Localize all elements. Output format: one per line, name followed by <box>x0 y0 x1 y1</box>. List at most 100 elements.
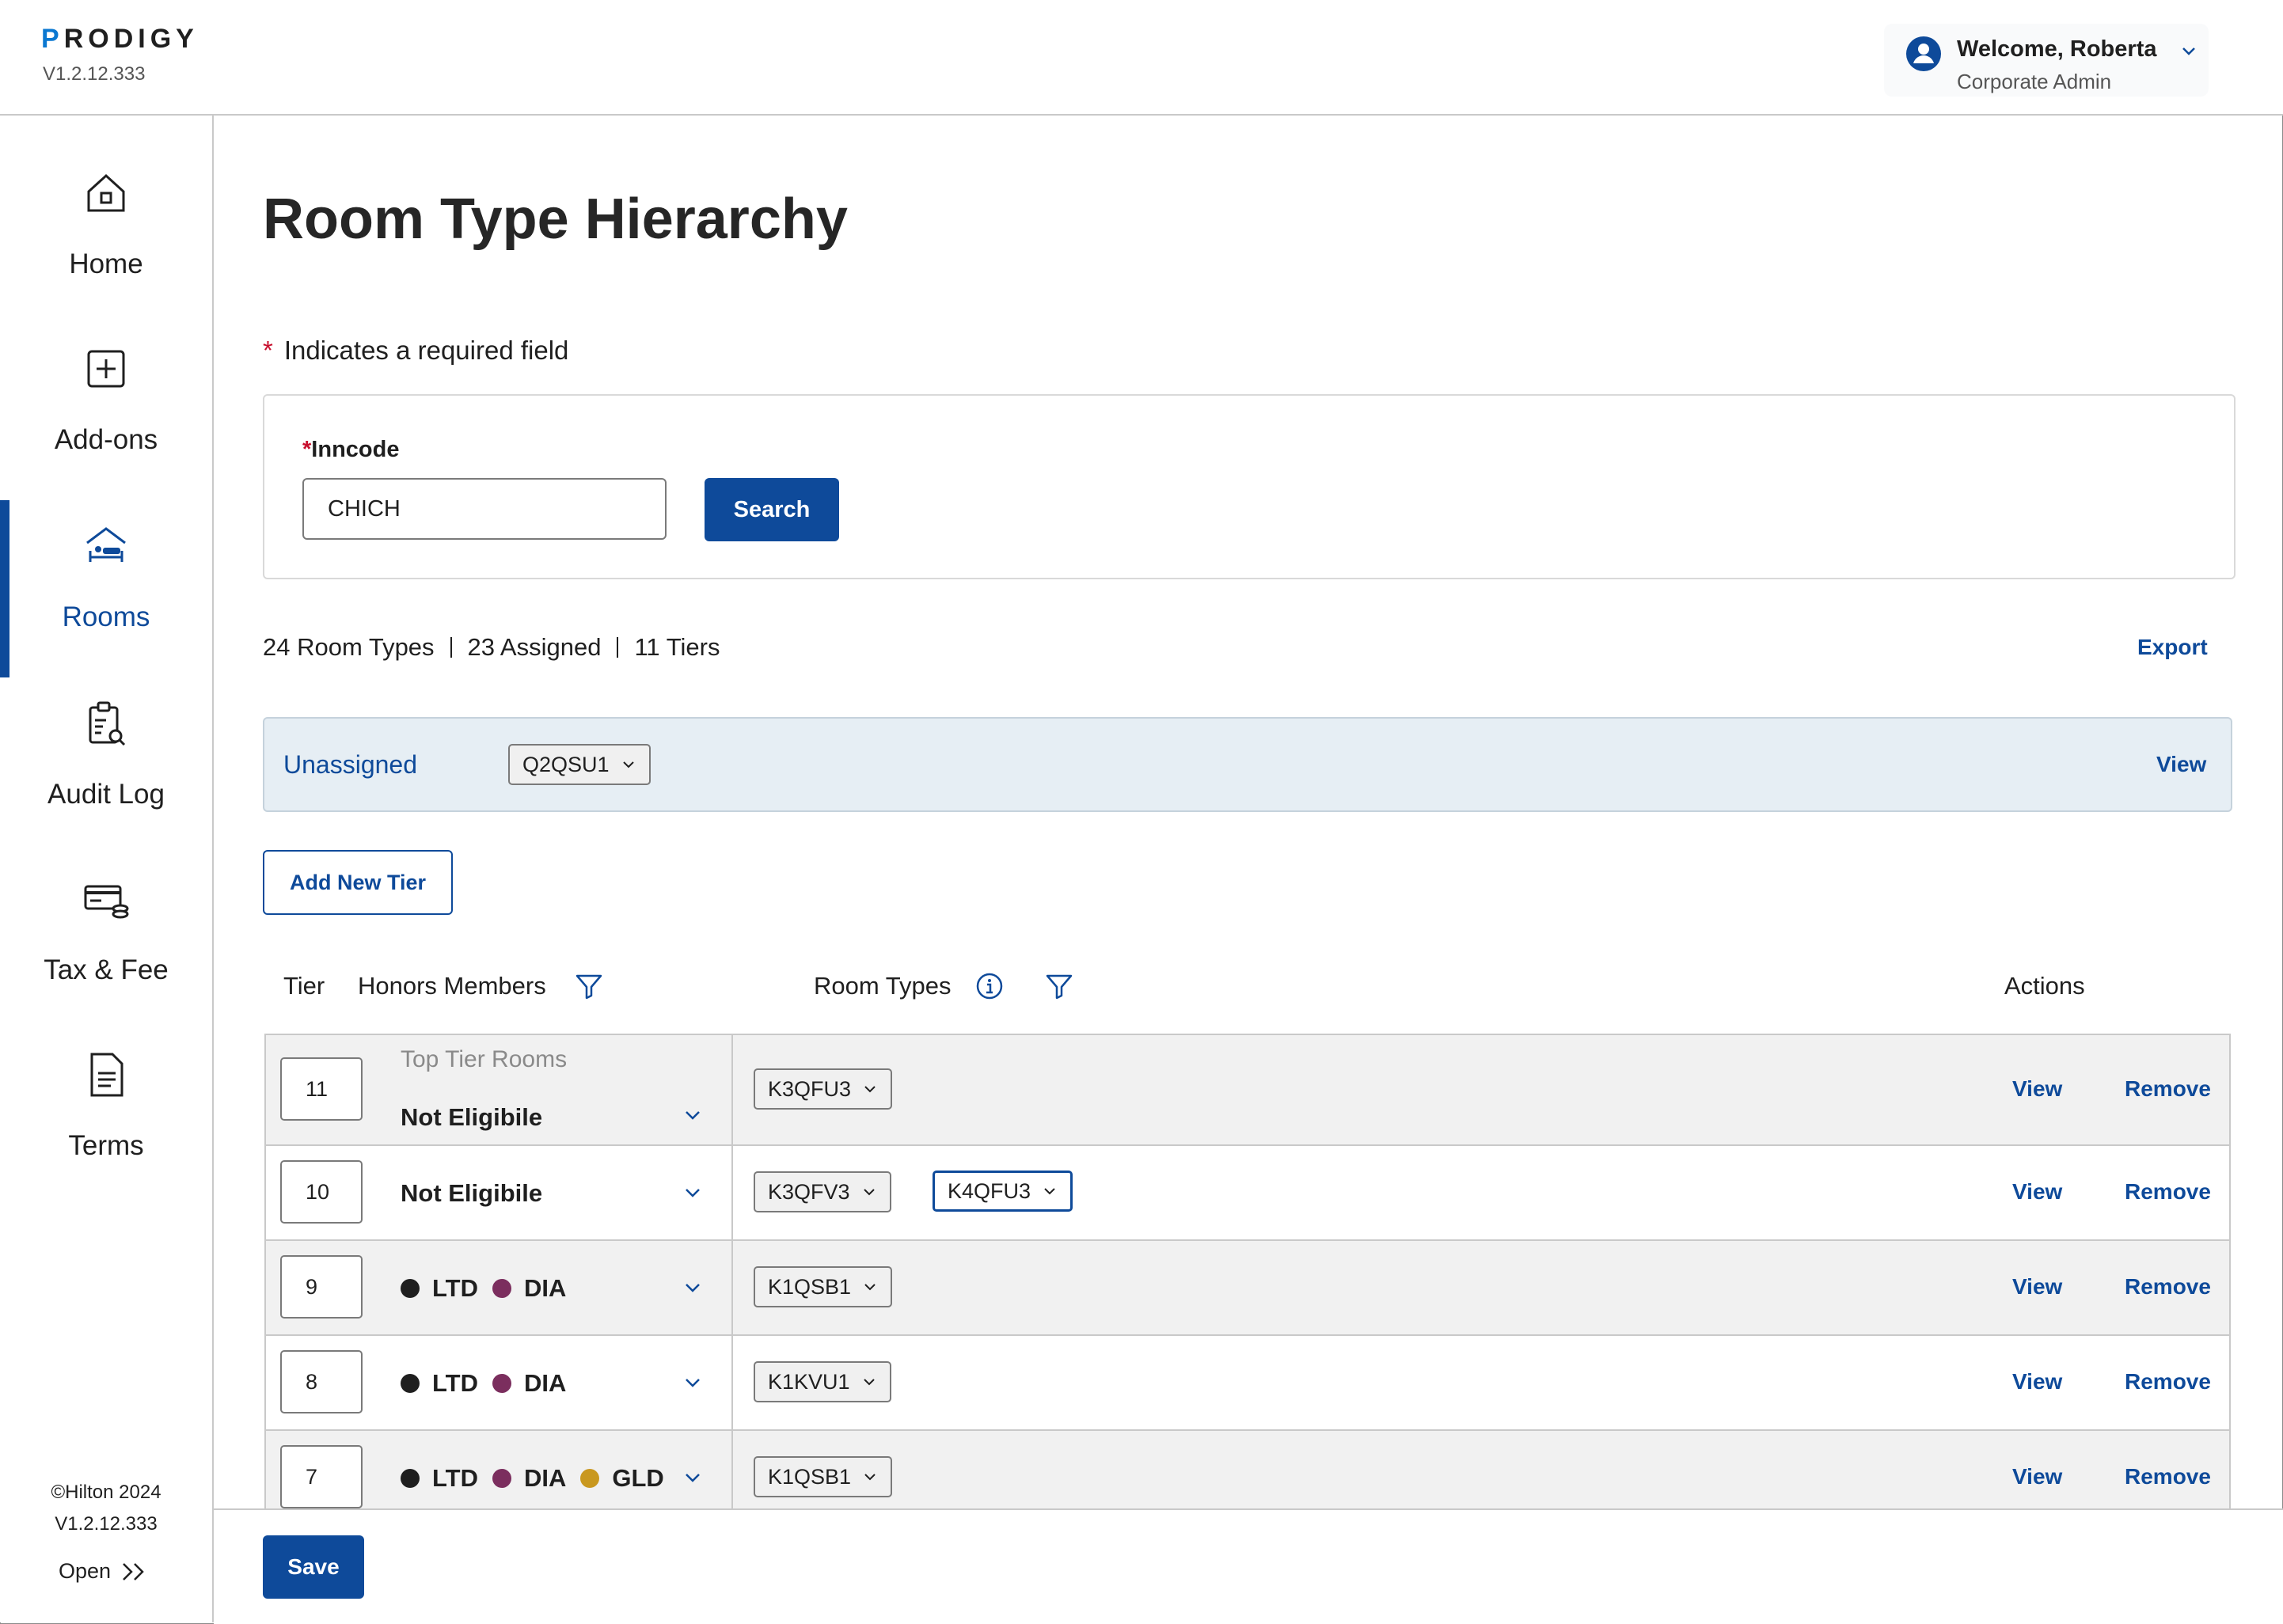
header-room-types: Room Types <box>814 972 952 1000</box>
room-type-chip[interactable]: Q2QSU1 <box>508 744 651 785</box>
chip-label: Q2QSU1 <box>522 752 610 776</box>
sidebar-item-audit-log[interactable]: Audit Log <box>0 646 212 817</box>
honors-members-select[interactable]: LTD DIA <box>401 1274 580 1303</box>
view-link[interactable]: View <box>2012 1464 2062 1489</box>
chevron-down-icon[interactable] <box>681 1276 705 1300</box>
top-header: PRODIGY V1.2.12.333 Welcome, Roberta Cor… <box>0 0 2283 116</box>
info-icon[interactable] <box>974 970 1005 1002</box>
room-type-chip-selected[interactable]: K4QFU3 <box>933 1171 1073 1212</box>
filter-icon[interactable] <box>573 970 605 1002</box>
credit-card-coins-icon <box>84 885 129 919</box>
room-type-chip[interactable]: K1QSB1 <box>754 1456 893 1497</box>
open-sidebar-button[interactable]: Open <box>59 1559 149 1584</box>
ltd-dot <box>401 1469 420 1488</box>
user-role: Corporate Admin <box>1957 70 2112 93</box>
sidebar-footer: ©Hilton 2024 V1.2.12.333 <box>0 1477 212 1540</box>
save-button[interactable]: Save <box>263 1535 364 1599</box>
chip-label: K1QSB1 <box>768 1464 852 1489</box>
welcome-text: Welcome, Roberta <box>1957 36 2157 62</box>
bed-icon <box>86 527 126 562</box>
chevron-down-icon[interactable] <box>2179 41 2199 62</box>
tier-number-input[interactable] <box>280 1350 363 1413</box>
ltd-dot <box>401 1374 420 1393</box>
chevron-down-icon <box>864 1284 876 1291</box>
chevron-down-icon <box>863 1189 875 1196</box>
honors-code: LTD <box>432 1369 478 1397</box>
sidebar-item-label: Tax & Fee <box>44 954 169 985</box>
chevron-down-icon <box>863 1379 875 1386</box>
add-new-tier-button[interactable]: Add New Tier <box>263 850 453 915</box>
chip-label: K1QSB1 <box>768 1274 852 1299</box>
column-divider <box>731 1431 733 1508</box>
remove-link[interactable]: Remove <box>2125 1464 2211 1489</box>
sidebar-version: V1.2.12.333 <box>55 1513 158 1535</box>
sidebar-item-tax-fee[interactable]: Tax & Fee <box>0 821 212 992</box>
chevron-down-icon[interactable] <box>681 1371 705 1394</box>
page-title: Room Type Hierarchy <box>263 188 848 251</box>
search-button[interactable]: Search <box>705 478 839 541</box>
tier-number-input[interactable] <box>280 1160 363 1224</box>
chevron-down-icon[interactable] <box>681 1466 705 1489</box>
chip-label: K3QFV3 <box>768 1179 850 1204</box>
remove-link[interactable]: Remove <box>2125 1369 2211 1394</box>
chevron-down-icon <box>1044 1188 1055 1195</box>
tier-number-input[interactable] <box>280 1057 363 1121</box>
header-honors-members: Honors Members <box>358 972 546 1000</box>
sidebar-item-home[interactable]: Home <box>0 116 212 286</box>
remove-link[interactable]: Remove <box>2125 1076 2211 1102</box>
sidebar-item-rooms[interactable]: Rooms <box>0 469 212 677</box>
open-label: Open <box>59 1559 112 1583</box>
sidebar-item-label: Add-ons <box>54 424 158 455</box>
honors-members-select[interactable]: Not Eligibile <box>401 1179 542 1208</box>
chevron-down-icon[interactable] <box>681 1103 705 1127</box>
column-divider <box>731 1336 733 1429</box>
required-note-text: Indicates a required field <box>283 336 569 365</box>
header-actions: Actions <box>2004 972 2085 1000</box>
assigned-count: 23 Assigned <box>467 633 602 661</box>
inncode-label-text: Inncode <box>311 437 400 462</box>
room-type-chip[interactable]: K3QFU3 <box>754 1068 893 1110</box>
remove-link[interactable]: Remove <box>2125 1179 2211 1205</box>
honors-code: GLD <box>612 1464 664 1492</box>
ltd-dot <box>401 1279 420 1298</box>
tier-number-input[interactable] <box>280 1445 363 1508</box>
unassigned-view-link[interactable]: View <box>2156 752 2206 777</box>
honors-members-select[interactable]: LTD DIA <box>401 1369 580 1398</box>
honors-code: DIA <box>523 1464 567 1492</box>
filter-icon[interactable] <box>1043 970 1075 1002</box>
honors-members-select[interactable]: LTD DIA GLD <box>401 1464 678 1493</box>
document-icon <box>90 1053 123 1097</box>
view-link[interactable]: View <box>2012 1274 2062 1300</box>
plus-square-icon <box>87 350 125 388</box>
chevron-down-icon[interactable] <box>681 1181 705 1205</box>
table-row: LTD DIA K1QSB1 View Remove <box>264 1239 2231 1334</box>
sidebar-nav: Home Add-ons Rooms Audit Log Tax & Fee T… <box>0 116 214 1622</box>
tiers-count: 11 Tiers <box>634 633 720 661</box>
room-type-chip[interactable]: K1KVU1 <box>754 1361 891 1402</box>
gld-dot <box>580 1469 600 1488</box>
table-row: Not Eligibile K3QFV3 K4QFU3 View Remove <box>264 1144 2231 1239</box>
chip-label: K4QFU3 <box>948 1178 1031 1203</box>
view-link[interactable]: View <box>2012 1369 2062 1394</box>
inncode-input[interactable] <box>302 478 667 540</box>
dia-dot <box>492 1374 511 1393</box>
remove-link[interactable]: Remove <box>2125 1274 2211 1300</box>
view-link[interactable]: View <box>2012 1076 2062 1102</box>
sidebar-item-terms[interactable]: Terms <box>0 997 212 1168</box>
footer-bar: Save <box>214 1508 2283 1624</box>
room-type-chip[interactable]: K1QSB1 <box>754 1266 893 1307</box>
user-menu[interactable]: Welcome, Roberta Corporate Admin <box>1884 24 2209 97</box>
sidebar-item-add-ons[interactable]: Add-ons <box>0 291 212 462</box>
chip-label: K3QFU3 <box>768 1076 852 1101</box>
inncode-label: *Inncode <box>302 437 400 462</box>
view-link[interactable]: View <box>2012 1179 2062 1205</box>
chevron-down-icon <box>864 1474 876 1481</box>
export-link[interactable]: Export <box>2137 635 2208 660</box>
table-row: LTD DIA GLD K1QSB1 View Remove <box>264 1429 2231 1508</box>
room-type-chip[interactable]: K3QFV3 <box>754 1171 891 1212</box>
chevron-down-icon <box>622 761 634 768</box>
tier-number-input[interactable] <box>280 1255 363 1319</box>
honors-members-select[interactable]: Not Eligibile <box>401 1103 542 1132</box>
required-field-note: * Indicates a required field <box>263 336 569 365</box>
unassigned-title: Unassigned <box>283 750 417 779</box>
